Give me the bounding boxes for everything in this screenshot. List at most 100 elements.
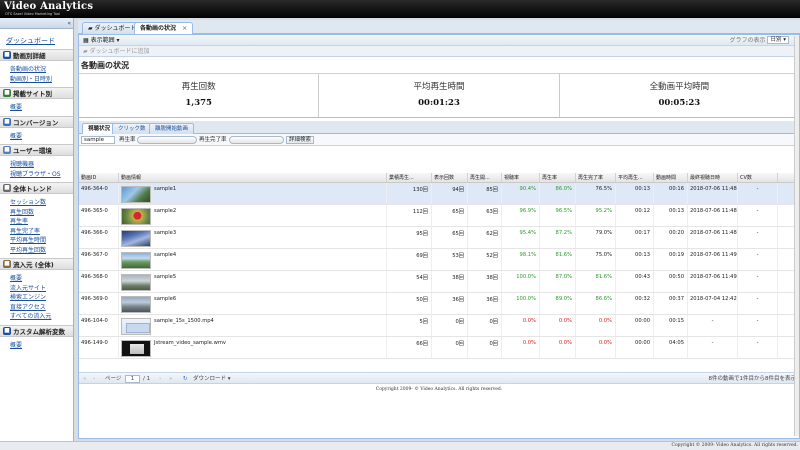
last-page-button[interactable]: » xyxy=(169,375,172,383)
sidebar-item-link[interactable]: 再生完了率 xyxy=(0,227,73,237)
complete-rate-slider[interactable] xyxy=(229,136,284,144)
grid-cell-id: 496-149-0 xyxy=(79,337,119,358)
video-thumbnail[interactable] xyxy=(121,252,151,269)
video-thumbnail[interactable] xyxy=(121,274,151,291)
subtab-exit-video[interactable]: 離脱開始動画 xyxy=(149,123,195,134)
grid-cell-id: 496-368-0 xyxy=(79,271,119,292)
table-row[interactable]: 496-104-0 sample_15s_1500.mp4 5回 0回 0回 0.0% 0.… xyxy=(79,315,799,337)
grid-column-header[interactable]: CV数 xyxy=(738,173,778,182)
sidebar-item-link[interactable]: 再生率 xyxy=(0,217,73,227)
page-number-input[interactable]: 1 xyxy=(125,375,140,383)
grid-column-header[interactable]: 表示回数 xyxy=(432,173,468,182)
sidebar-item-link[interactable]: 視聴機器 xyxy=(0,160,73,170)
subtab-clicks[interactable]: クリック数 xyxy=(112,123,152,134)
grid-column-header[interactable]: 再生率 xyxy=(540,173,576,182)
sidebar-item-link[interactable]: 視聴ブラウザ・OS xyxy=(0,170,73,180)
first-page-button[interactable]: « xyxy=(83,375,86,383)
sidebar-item-link[interactable]: 再生回数 xyxy=(0,208,73,218)
sidebar-item-link[interactable]: 直接アクセス xyxy=(0,303,73,313)
sidebar-item-link[interactable]: 動画別・日時別 xyxy=(0,75,73,85)
grid-column-header[interactable]: 最終視聴日時 xyxy=(688,173,738,182)
detail-search-button[interactable]: 詳細検索 xyxy=(286,136,315,144)
grid-cell-play: 89.0% xyxy=(540,293,576,314)
sidebar-item-link[interactable]: セッション数 xyxy=(0,198,73,208)
inner-copyright: Copyright 2009- © Video Analytics. All r… xyxy=(375,387,503,392)
grid-column-header[interactable]: 平均再生... xyxy=(616,173,654,182)
grid-cell-starts: 36回 xyxy=(468,293,502,314)
display-range-button[interactable]: ▦ 表示範囲 ▾ xyxy=(81,36,122,45)
sidebar-section-header: ■ 掲載サイト別 xyxy=(0,87,73,99)
tab-current-label: 各動画の状況 xyxy=(140,25,177,32)
play-rate-slider[interactable] xyxy=(137,136,197,144)
sidebar: « ダッシュボード ■ 動画別詳細 各動画の状況 動画別・日時別 ■ 掲載サイト別 概要 ■ コ… xyxy=(0,18,74,450)
sidebar-item-link[interactable]: 概要 xyxy=(0,274,73,284)
section-icon: ■ xyxy=(3,184,11,192)
grid-column-header[interactable]: 再生完了率 xyxy=(576,173,616,182)
grid-column-header[interactable]: 動画ID xyxy=(79,173,119,182)
grid-cell-complete: 81.6% xyxy=(576,271,616,292)
collapse-icon[interactable]: « xyxy=(67,20,71,27)
grid-cell-total: 66回 xyxy=(387,337,432,358)
close-icon[interactable]: × xyxy=(182,25,187,32)
table-row[interactable]: 496-369-0 sample6 50回 36回 36回 100.0% 89.0% 86.6… xyxy=(79,293,799,315)
sidebar-item-link[interactable]: 概要 xyxy=(0,103,73,113)
graph-display-select[interactable]: 日別 ▾ xyxy=(767,36,789,44)
grid-cell-play: 87.2% xyxy=(540,227,576,248)
video-thumbnail[interactable] xyxy=(121,296,151,313)
grid-column-header[interactable]: 業積再生... xyxy=(387,173,432,182)
grid-column-header[interactable]: 再生開... xyxy=(468,173,502,182)
grid-cell-views: 94回 xyxy=(432,183,468,204)
section-icon: ■ xyxy=(3,260,11,268)
video-name: sample2 xyxy=(154,208,177,214)
table-row[interactable]: 496-366-0 sample3 95回 65回 62回 95.4% 87.2% 79.0%… xyxy=(79,227,799,249)
table-row[interactable]: 496-149-0 Jstream_video_sample.wmv 66回 0回 0回… xyxy=(79,337,799,359)
sidebar-item-link[interactable]: 検索エンジン xyxy=(0,293,73,303)
add-to-dashboard-button[interactable]: ▰ ダッシュボードに追加 xyxy=(81,47,152,56)
grid-column-header[interactable]: 動画時間 xyxy=(654,173,688,182)
grid-cell-last: 2018-07-06 11:49:35 xyxy=(688,271,738,292)
tab-bar: ▰ ダッシュボード 各動画の状況 × xyxy=(78,20,800,35)
grid-cell-total: 95回 xyxy=(387,227,432,248)
grid-cell-play: 86.0% xyxy=(540,183,576,204)
sidebar-dashboard-link[interactable]: ダッシュボード xyxy=(6,36,73,46)
video-thumbnail[interactable] xyxy=(121,230,151,247)
table-row[interactable]: 496-364-0 sample1 130回 94回 85回 90.4% 86.0% 76.5… xyxy=(79,183,799,205)
graph-display-control: グラフの表示 日別 ▾ xyxy=(728,36,791,45)
sidebar-item-link[interactable]: 平均再生回数 xyxy=(0,246,73,256)
download-button[interactable]: ダウンロード ▾ xyxy=(193,375,231,383)
refresh-icon[interactable]: ↻ xyxy=(183,375,188,383)
summary-value: 1,375 xyxy=(185,98,212,108)
video-thumbnail[interactable] xyxy=(121,186,151,203)
sidebar-item-link[interactable]: 平均再生時間 xyxy=(0,236,73,246)
sidebar-item-link[interactable]: 概要 xyxy=(0,132,73,142)
table-row[interactable]: 496-368-0 sample5 54回 38回 38回 100.0% 87.0% 81.6… xyxy=(79,271,799,293)
search-input[interactable]: sample xyxy=(81,136,115,144)
sidebar-item-link[interactable]: 各動画の状況 xyxy=(0,65,73,75)
graph-display-label: グラフの表示 xyxy=(729,37,766,44)
grid-cell-starts: 62回 xyxy=(468,227,502,248)
prev-page-button[interactable]: ‹ xyxy=(93,375,95,383)
sidebar-item-link[interactable]: すべての流入元 xyxy=(0,312,73,322)
section-icon: ■ xyxy=(3,146,11,154)
vertical-scrollbar[interactable] xyxy=(794,36,799,436)
next-page-button[interactable]: › xyxy=(159,375,161,383)
subtab-viewing[interactable]: 視聴状況 xyxy=(82,123,117,134)
grid-cell-starts: 52回 xyxy=(468,249,502,270)
video-thumbnail[interactable] xyxy=(121,318,151,335)
sidebar-item-link[interactable]: 流入元サイト xyxy=(0,284,73,294)
dashboard-tab-icon: ▰ xyxy=(88,25,93,32)
table-row[interactable]: 496-365-0 sample2 112回 65回 63回 96.9% 96.5% 95.2… xyxy=(79,205,799,227)
grid-cell-avg: 00:13 xyxy=(616,249,654,270)
section-icon: ■ xyxy=(3,51,11,59)
sidebar-item-link[interactable]: 概要 xyxy=(0,341,73,351)
grid-column-header[interactable]: 動画情報 xyxy=(119,173,387,182)
grid-column-header[interactable]: 視聴率 xyxy=(502,173,540,182)
video-name: sample5 xyxy=(154,274,177,280)
grid-cell-starts: 63回 xyxy=(468,205,502,226)
video-thumbnail[interactable] xyxy=(121,340,151,357)
table-row[interactable]: 496-367-0 sample4 69回 53回 52回 98.1% 81.6% 75.0%… xyxy=(79,249,799,271)
page-total: / 1 xyxy=(143,376,151,382)
sidebar-section-header: ■ カスタム解析変数 xyxy=(0,324,73,337)
video-grid: 動画ID 動画情報 業積再生... 表示回数 再生開... 視聴率 再生率 再生完了率 平均再生… xyxy=(79,173,799,359)
video-thumbnail[interactable] xyxy=(121,208,151,225)
